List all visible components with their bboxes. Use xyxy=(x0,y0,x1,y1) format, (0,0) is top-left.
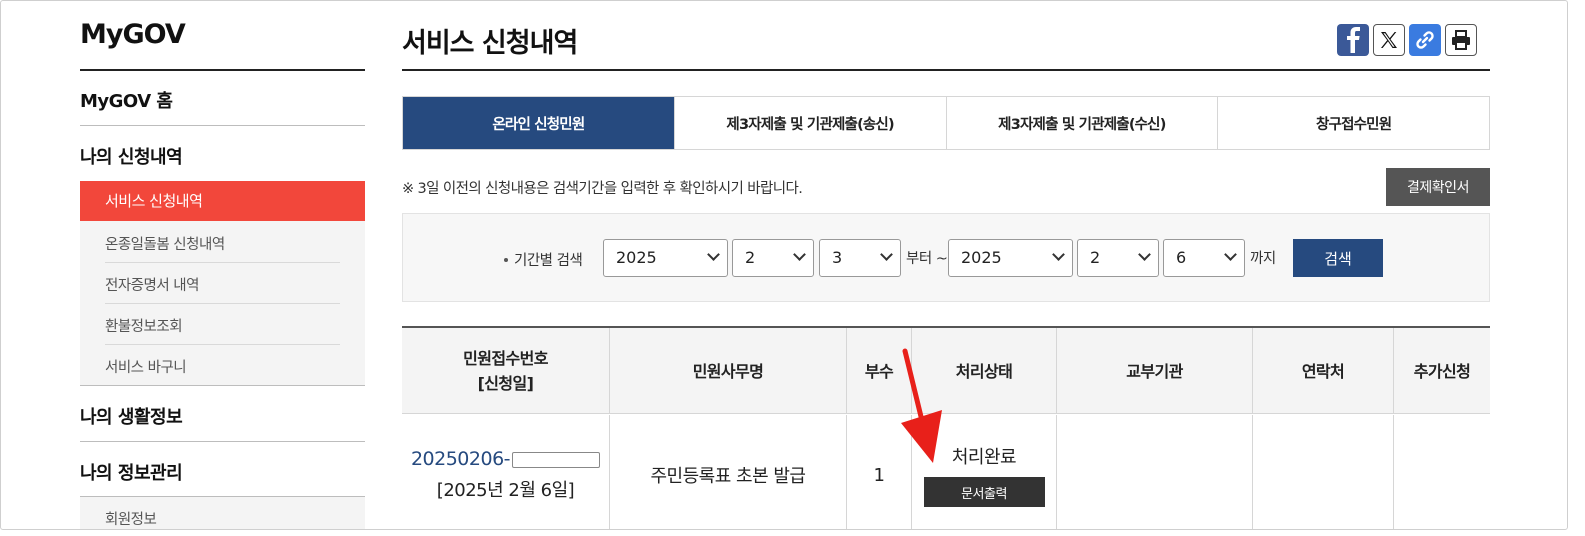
copy-link-button[interactable] xyxy=(1409,24,1441,56)
title-divider xyxy=(402,69,1490,71)
sidebar-item-service-applications[interactable]: 서비스 신청내역 xyxy=(80,181,365,221)
logo[interactable]: MyGOV xyxy=(80,19,186,50)
print-page-button[interactable] xyxy=(1445,24,1477,56)
sidebar-subitem-service-basket[interactable]: 서비스 바구니 xyxy=(105,356,340,377)
sidebar-item-info-management[interactable]: 나의 정보관리 xyxy=(80,459,365,485)
cell-service-name: 주민등록표 초본 발급 xyxy=(609,415,846,529)
header-receipt-number-line1: 민원접수번호 xyxy=(463,349,548,368)
x-icon xyxy=(1381,32,1397,48)
to-day-value: 6 xyxy=(1176,248,1187,267)
tab-bar: 온라인 신청민원 제3자제출 및 기관제출(송신) 제3자제출 및 기관제출(수… xyxy=(402,96,1490,150)
table-row: 20250206- [2025년 2월 6일] 주민등록표 초본 발급 1 처리… xyxy=(402,415,1490,529)
application-date: [2025년 2월 6일] xyxy=(436,480,575,501)
to-year-select[interactable]: 2025 xyxy=(948,239,1073,277)
to-month-select[interactable]: 2 xyxy=(1077,239,1159,277)
search-panel: 기간별 검색 2025 2 3 부터 ~ 2025 2 6 까지 검색 xyxy=(402,213,1490,302)
cell-status: 처리완료 문서출력 xyxy=(911,415,1056,529)
payment-receipt-button[interactable]: 결제확인서 xyxy=(1386,168,1490,206)
divider xyxy=(80,125,365,126)
sidebar-item-home[interactable]: MyGOV 홈 xyxy=(80,87,365,113)
chevron-down-icon xyxy=(1052,248,1065,261)
sidebar-subitem-member-info[interactable]: 회원정보 xyxy=(105,508,340,529)
search-label-text: 기간별 검색 xyxy=(514,253,583,269)
from-day-select[interactable]: 3 xyxy=(819,239,901,277)
header-contact: 연락처 xyxy=(1252,328,1393,414)
header-copies: 부수 xyxy=(846,328,911,414)
status-text: 처리완료 xyxy=(951,447,1017,468)
applications-table: 민원접수번호 [신청일] 민원사무명 부수 처리상태 교부기관 연락처 추가신청… xyxy=(402,326,1490,529)
from-day-value: 3 xyxy=(832,248,843,267)
chevron-down-icon xyxy=(707,248,720,261)
bullet-icon xyxy=(504,257,508,262)
from-month-select[interactable]: 2 xyxy=(732,239,814,277)
header-receipt-number: 민원접수번호 [신청일] xyxy=(402,328,609,414)
facebook-share-button[interactable] xyxy=(1337,24,1369,56)
cell-issuing-agency xyxy=(1056,415,1252,529)
to-suffix: 까지 xyxy=(1250,251,1276,267)
notice-text: ※ 3일 이전의 신청내용은 검색기간을 입력한 후 확인하시기 바랍니다. xyxy=(402,181,803,197)
divider xyxy=(80,385,365,386)
link-icon xyxy=(1416,31,1434,49)
table-header: 민원접수번호 [신청일] 민원사무명 부수 처리상태 교부기관 연락처 추가신청 xyxy=(402,328,1490,414)
tab-counter-applications[interactable]: 창구접수민원 xyxy=(1217,97,1489,149)
to-year-value: 2025 xyxy=(961,248,1002,267)
header-receipt-number-line2: [신청일] xyxy=(477,374,534,393)
divider xyxy=(105,262,340,263)
chevron-down-icon xyxy=(1138,248,1151,261)
to-day-select[interactable]: 6 xyxy=(1163,239,1245,277)
cell-contact xyxy=(1252,415,1393,529)
header-status: 처리상태 xyxy=(911,328,1056,414)
from-year-value: 2025 xyxy=(616,248,657,267)
cell-copies: 1 xyxy=(846,415,911,529)
from-month-value: 2 xyxy=(745,248,756,267)
sidebar-subitem-e-certificate[interactable]: 전자증명서 내역 xyxy=(105,274,340,295)
header-additional: 추가신청 xyxy=(1393,328,1490,414)
tab-third-party-received[interactable]: 제3자제출 및 기관제출(수신) xyxy=(945,97,1218,149)
sidebar-item-life-info[interactable]: 나의 생활정보 xyxy=(80,403,365,429)
to-month-value: 2 xyxy=(1090,248,1101,267)
search-button[interactable]: 검색 xyxy=(1293,239,1383,277)
cell-additional xyxy=(1393,415,1490,529)
from-year-select[interactable]: 2025 xyxy=(603,239,728,277)
tab-third-party-sent[interactable]: 제3자제출 및 기관제출(송신) xyxy=(673,97,946,149)
print-icon xyxy=(1452,30,1470,50)
divider xyxy=(105,344,340,345)
redacted-box xyxy=(512,452,601,468)
header-service-name: 민원사무명 xyxy=(609,328,846,414)
logo-divider xyxy=(80,69,365,71)
facebook-icon xyxy=(1347,27,1360,53)
tab-online-applications[interactable]: 온라인 신청민원 xyxy=(403,97,674,149)
document-print-button[interactable]: 문서출력 xyxy=(923,477,1045,507)
search-label: 기간별 검색 xyxy=(504,249,583,270)
receipt-number-line: 20250206- xyxy=(411,448,601,470)
sidebar-subitem-refund[interactable]: 환불정보조회 xyxy=(105,315,340,336)
divider xyxy=(105,303,340,304)
header-issuing-agency: 교부기관 xyxy=(1056,328,1252,414)
cell-receipt-number: 20250206- [2025년 2월 6일] xyxy=(402,415,609,529)
divider xyxy=(80,441,365,442)
x-share-button[interactable] xyxy=(1373,24,1405,56)
browser-frame: MyGOV MyGOV 홈 나의 신청내역 서비스 신청내역 온종일돌봄 신청내… xyxy=(0,0,1568,530)
sidebar-item-my-applications[interactable]: 나의 신청내역 xyxy=(80,143,365,169)
from-suffix: 부터 ~ xyxy=(906,251,948,267)
chevron-down-icon xyxy=(793,248,806,261)
page-title: 서비스 신청내역 xyxy=(402,28,578,59)
chevron-down-icon xyxy=(1224,248,1237,261)
receipt-number-link[interactable]: 20250206- xyxy=(411,448,511,470)
chevron-down-icon xyxy=(880,248,893,261)
sidebar-subitem-childcare[interactable]: 온종일돌봄 신청내역 xyxy=(105,233,340,254)
